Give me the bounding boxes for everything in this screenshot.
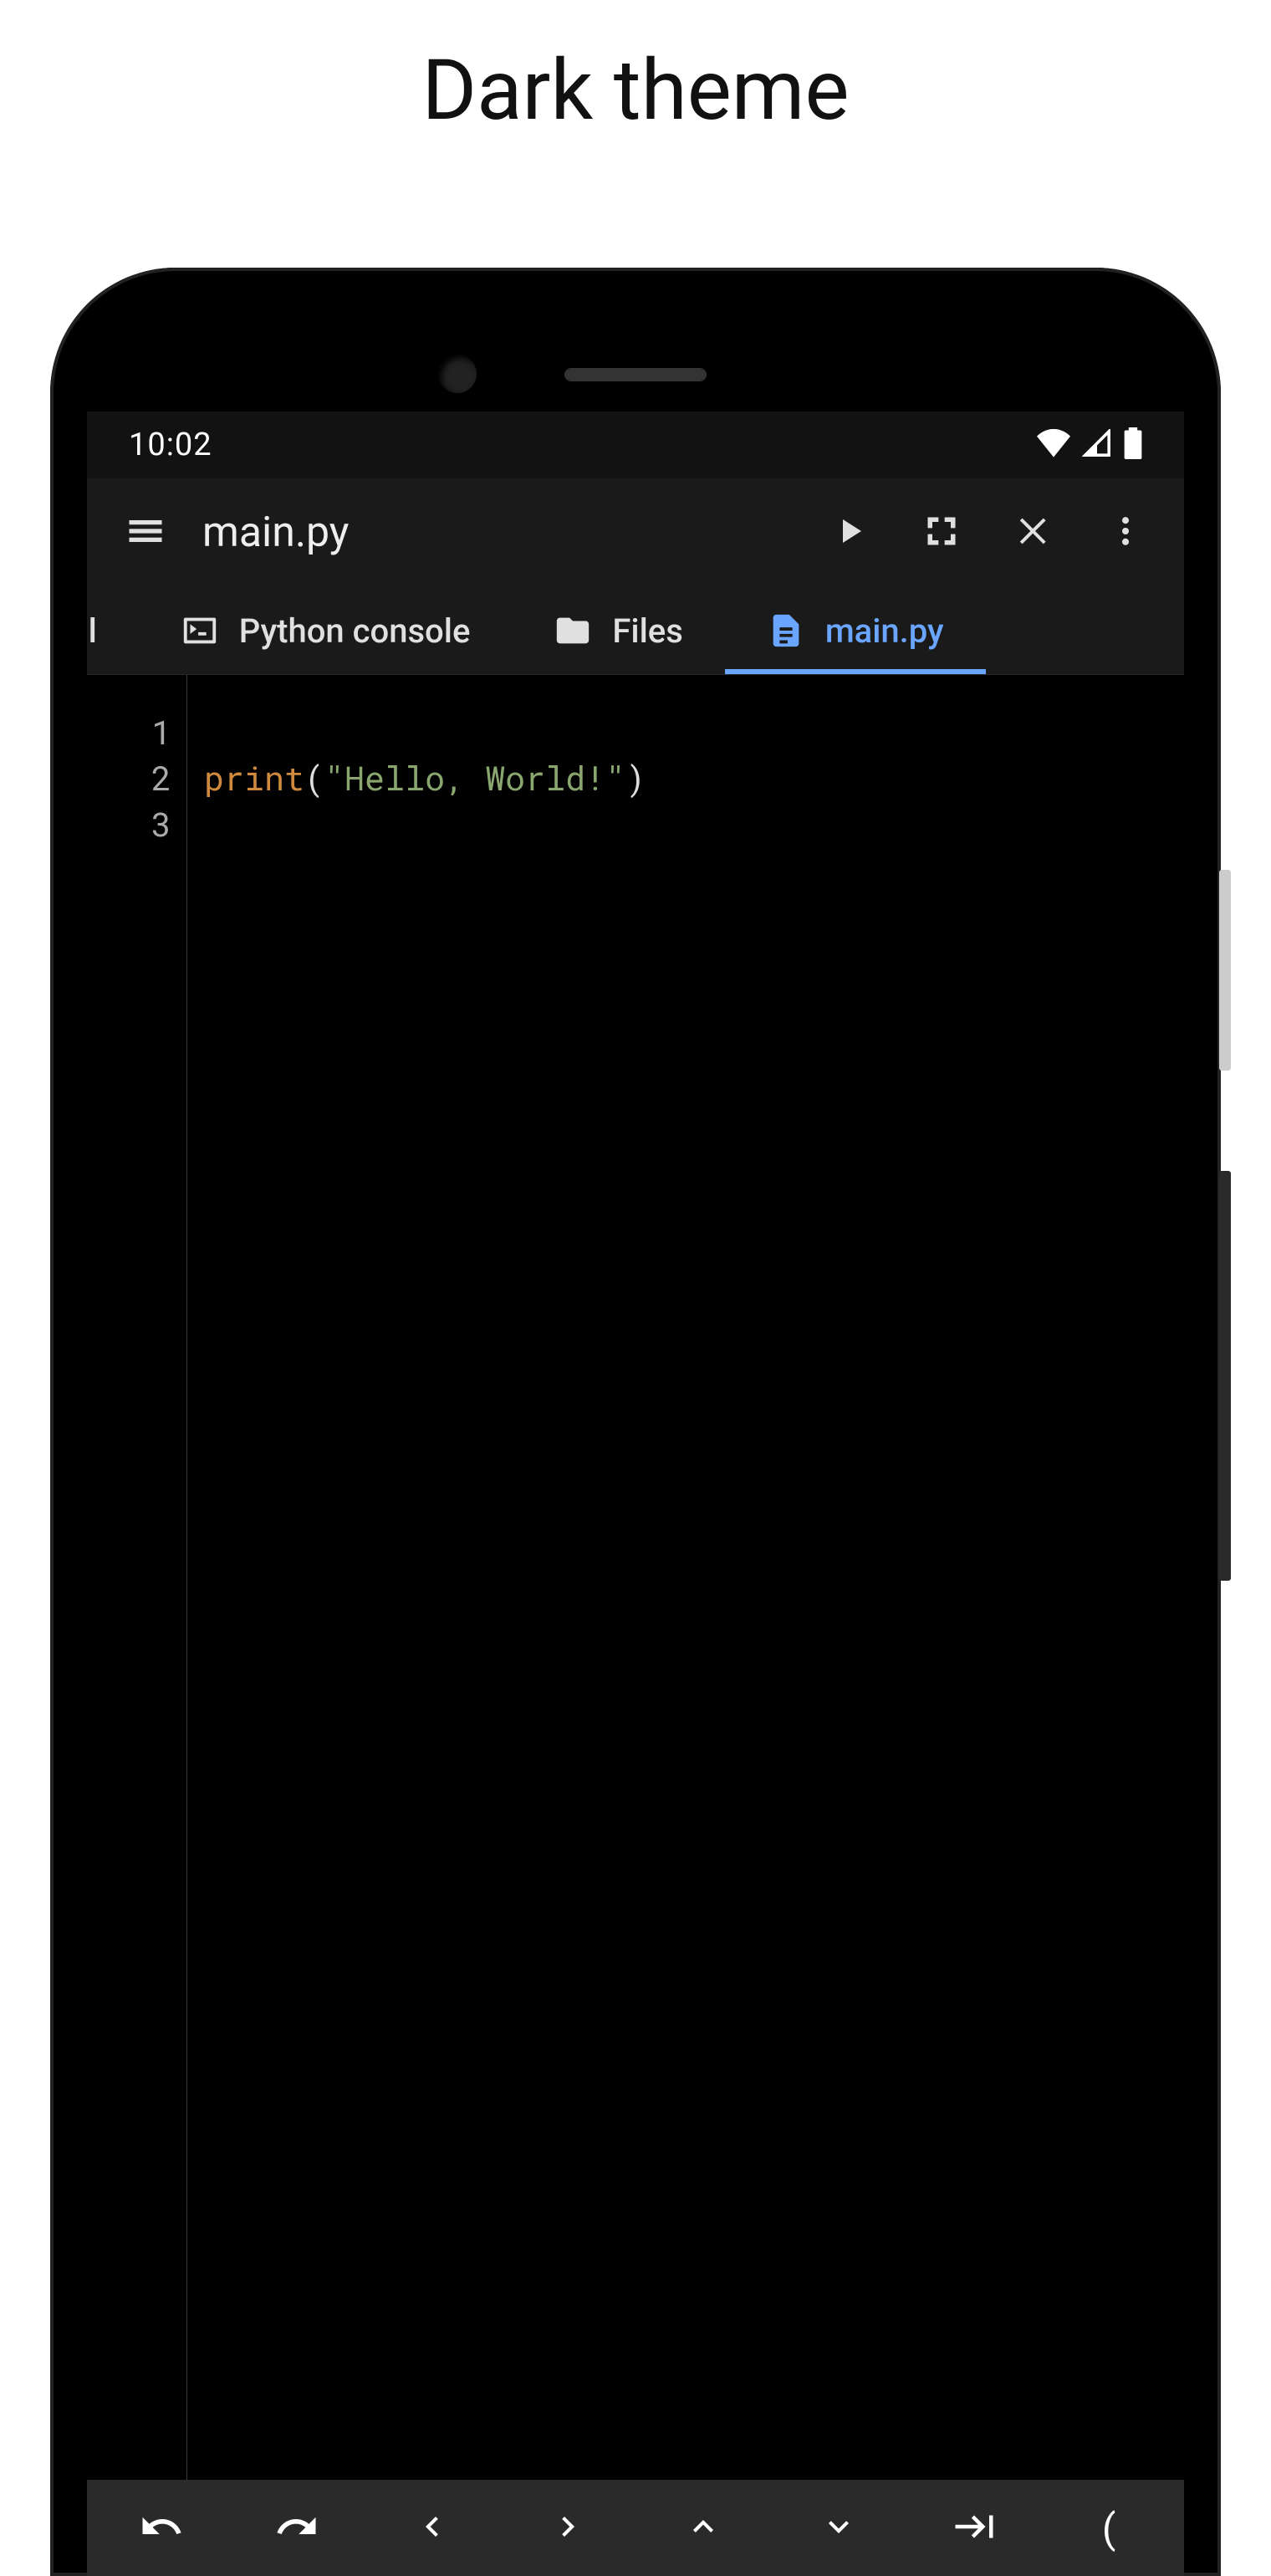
phone-power-button xyxy=(1219,870,1231,1071)
code-area[interactable]: print("Hello, World!") xyxy=(187,675,1184,2480)
editor-toolbar: ( xyxy=(87,2480,1184,2576)
tab-label: al xyxy=(87,611,97,651)
fullscreen-icon xyxy=(923,513,960,553)
close-button[interactable] xyxy=(992,491,1075,575)
tab-terminal-partial[interactable]: al xyxy=(87,587,139,674)
tab-strip[interactable]: al Python console Files xyxy=(87,587,1184,675)
redo-button[interactable] xyxy=(229,2480,365,2576)
tab-icon xyxy=(952,2504,997,2553)
file-icon xyxy=(767,611,805,650)
tab-label: Files xyxy=(612,611,682,651)
phone-volume-button xyxy=(1219,1171,1231,1581)
hamburger-icon xyxy=(124,509,167,556)
battery-icon xyxy=(1124,427,1142,463)
chevron-left-icon xyxy=(412,2507,452,2550)
undo-button[interactable] xyxy=(94,2480,229,2576)
line-number: 3 xyxy=(87,800,171,846)
code-line xyxy=(204,800,1184,846)
cursor-down-button[interactable] xyxy=(771,2480,906,2576)
tab-python-console[interactable]: Python console xyxy=(139,587,513,674)
run-button[interactable] xyxy=(808,491,891,575)
wifi-icon xyxy=(1037,429,1070,461)
paren-char: ( xyxy=(1098,2502,1122,2554)
cursor-left-button[interactable] xyxy=(365,2480,500,2576)
code-editor[interactable]: 1 2 3 print("Hello, World!") xyxy=(87,675,1184,2480)
tab-key-button[interactable] xyxy=(906,2480,1042,2576)
phone-speaker xyxy=(564,368,707,381)
line-gutter: 1 2 3 xyxy=(87,675,187,2480)
chevron-up-icon xyxy=(683,2507,723,2550)
phone-frame: 10:02 xyxy=(50,268,1221,2576)
status-bar: 10:02 xyxy=(87,411,1184,478)
undo-icon xyxy=(139,2504,184,2553)
play-icon xyxy=(829,511,870,555)
close-icon xyxy=(1013,511,1054,555)
phone-camera xyxy=(438,355,477,393)
tab-files[interactable]: Files xyxy=(512,587,724,674)
app-bar: main.py xyxy=(87,478,1184,587)
paren-key-button[interactable]: ( xyxy=(1042,2480,1177,2576)
line-number: 1 xyxy=(87,708,171,754)
more-vert-icon xyxy=(1107,513,1144,553)
chevron-right-icon xyxy=(548,2507,588,2550)
app-screen: 10:02 xyxy=(87,411,1184,2576)
redo-icon xyxy=(274,2504,319,2553)
tab-main-py[interactable]: main.py xyxy=(725,587,986,674)
status-time: 10:02 xyxy=(129,427,212,463)
tab-label: Python console xyxy=(239,611,471,651)
fullscreen-button[interactable] xyxy=(900,491,983,575)
console-icon xyxy=(181,611,219,650)
cursor-up-button[interactable] xyxy=(636,2480,771,2576)
line-number: 2 xyxy=(87,754,171,800)
tab-label: main.py xyxy=(825,611,944,651)
page-caption: Dark theme xyxy=(0,42,1271,140)
signal-icon xyxy=(1082,429,1112,461)
code-line xyxy=(204,708,1184,754)
overflow-button[interactable] xyxy=(1084,491,1167,575)
appbar-title: main.py xyxy=(202,509,349,557)
menu-button[interactable] xyxy=(104,491,187,575)
cursor-right-button[interactable] xyxy=(500,2480,636,2576)
folder-icon xyxy=(554,611,592,650)
chevron-down-icon xyxy=(819,2507,859,2550)
code-line: print("Hello, World!") xyxy=(204,754,1184,800)
